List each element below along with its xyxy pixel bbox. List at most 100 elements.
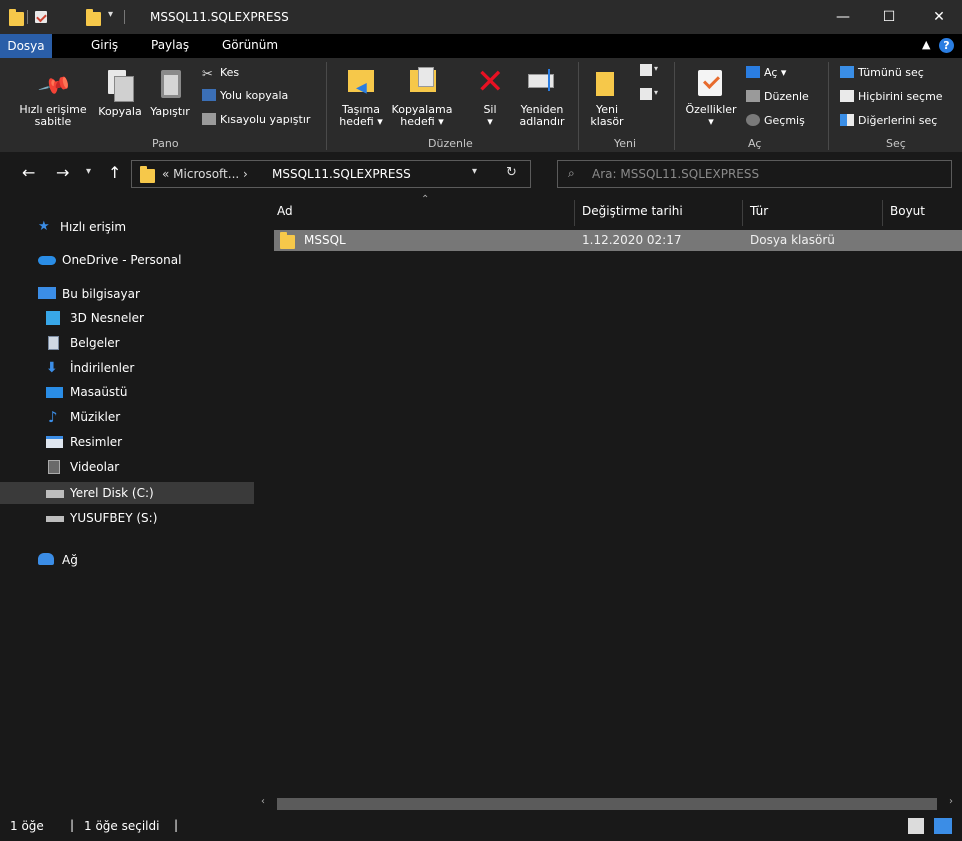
nav-item-videos[interactable]: Videolar <box>0 456 254 478</box>
move-to-button[interactable]: ◀ Taşıma hedefi ▾ <box>334 64 388 132</box>
address-row: ← → ▾ ↑ « Microsoft... › MSSQL11.SQLEXPR… <box>0 152 962 196</box>
rename-button[interactable]: Yeniden adlandır <box>514 64 570 132</box>
column-header-modified[interactable]: Değiştirme tarihi <box>582 204 683 218</box>
breadcrumb-current[interactable]: MSSQL11.SQLEXPRESS <box>272 167 411 181</box>
pin-quick-access-button[interactable]: 📌 Hızlı erişime sabitle <box>8 64 98 132</box>
open-icon <box>746 66 760 78</box>
properties-quick-icon[interactable] <box>35 11 47 23</box>
select-none-button[interactable]: Hiçbirini seçme <box>840 90 943 103</box>
nav-item-network[interactable]: Ağ <box>0 549 254 571</box>
history-icon <box>746 114 760 126</box>
new-folder-button[interactable]: Yeni klasör <box>584 64 630 132</box>
back-arrow-icon[interactable]: ← <box>22 163 35 182</box>
invert-selection-icon <box>840 114 854 126</box>
delete-x-icon: ✕ <box>476 62 505 102</box>
large-icons-view-icon[interactable] <box>934 818 952 834</box>
easy-access-icon[interactable]: ▾ <box>640 88 662 104</box>
paste-shortcut-button[interactable]: Kısayolu yapıştır <box>202 113 310 126</box>
open-button[interactable]: Aç ▾ <box>746 66 786 79</box>
column-header-name[interactable]: Ad <box>277 204 293 218</box>
scroll-left-icon[interactable]: ‹ <box>261 796 265 807</box>
delete-button[interactable]: ✕ Sil ▾ <box>470 62 510 132</box>
nav-item-quick-access[interactable]: ★ Hızlı erişim <box>0 216 254 238</box>
history-button[interactable]: Geçmiş <box>746 114 805 127</box>
tab-giris[interactable]: Giriş <box>91 38 118 52</box>
nav-item-usb-drive[interactable]: YUSUFBEY (S:) <box>0 507 254 529</box>
window-title: MSSQL11.SQLEXPRESS <box>150 10 289 24</box>
recent-locations-icon[interactable]: ▾ <box>86 166 91 177</box>
nav-item-documents[interactable]: Belgeler <box>0 332 254 354</box>
documents-icon <box>48 336 59 350</box>
folder-icon <box>9 9 24 26</box>
select-all-button[interactable]: Tümünü seç <box>840 66 924 79</box>
up-arrow-icon[interactable]: ↑ <box>108 163 121 182</box>
title-bar: ▾ MSSQL11.SQLEXPRESS — ☐ ✕ <box>0 0 962 34</box>
scroll-right-icon[interactable]: › <box>949 796 953 807</box>
forward-arrow-icon[interactable]: → <box>56 163 69 182</box>
rename-icon <box>528 74 554 88</box>
horizontal-scrollbar[interactable]: ‹ › <box>257 796 962 812</box>
column-header-size[interactable]: Boyut <box>890 204 925 218</box>
customize-quick-access-icon[interactable]: ▾ <box>108 9 113 20</box>
paste-shortcut-icon <box>202 113 216 125</box>
music-icon: ♪ <box>48 408 58 426</box>
properties-button[interactable]: Özellikler ▾ <box>680 64 742 132</box>
download-icon: ⬇ <box>46 360 58 376</box>
copy-path-icon <box>202 89 216 101</box>
new-item-icon[interactable]: ▾ <box>640 64 662 80</box>
tab-gorunum[interactable]: Görünüm <box>222 38 278 52</box>
nav-item-desktop[interactable]: Masaüstü <box>0 381 254 403</box>
nav-item-downloads[interactable]: ⬇ İndirilenler <box>0 357 254 379</box>
file-row[interactable]: MSSQL 1.12.2020 02:17 Dosya klasörü <box>274 230 962 251</box>
tab-dosya[interactable]: Dosya <box>0 34 52 58</box>
cube-icon <box>46 311 60 325</box>
cut-button[interactable]: ✂ Kes <box>202 66 239 82</box>
nav-item-onedrive[interactable]: OneDrive - Personal <box>0 249 254 271</box>
group-label-pano: Pano <box>152 137 179 150</box>
star-icon: ★ <box>38 219 50 234</box>
maximize-button[interactable]: ☐ <box>866 0 912 34</box>
scrollbar-thumb[interactable] <box>277 798 937 810</box>
folder-icon <box>140 166 155 183</box>
computer-icon <box>38 287 56 299</box>
tab-paylas[interactable]: Paylaş <box>151 38 189 52</box>
search-placeholder: Ara: MSSQL11.SQLEXPRESS <box>592 167 760 181</box>
edit-button[interactable]: Düzenle <box>746 90 809 103</box>
minimize-button[interactable]: — <box>820 0 866 34</box>
drive-icon <box>46 490 64 498</box>
search-icon: ⌕ <box>568 166 575 180</box>
nav-item-local-disk[interactable]: Yerel Disk (C:) <box>0 482 254 504</box>
nav-item-music[interactable]: ♪ Müzikler <box>0 406 254 428</box>
file-type: Dosya klasörü <box>750 233 835 247</box>
copy-to-button[interactable]: Kopyalama hedefi ▾ <box>388 64 456 132</box>
address-bar[interactable]: « Microsoft... › MSSQL11.SQLEXPRESS ▾ ↻ <box>131 160 531 188</box>
nav-item-pictures[interactable]: Resimler <box>0 431 254 453</box>
nav-item-this-pc[interactable]: Bu bilgisayar <box>0 283 254 305</box>
group-label-duzenle: Düzenle <box>428 137 473 150</box>
address-dropdown-icon[interactable]: ▾ <box>472 166 477 177</box>
collapse-ribbon-icon[interactable]: ▲ <box>922 38 930 51</box>
nav-item-3d-objects[interactable]: 3D Nesneler <box>0 307 254 329</box>
copy-path-button[interactable]: Yolu kopyala <box>202 89 288 102</box>
details-view-icon[interactable] <box>908 818 924 834</box>
paste-button[interactable]: Yapıştır <box>146 64 194 132</box>
copy-button[interactable]: Kopyala <box>94 64 146 132</box>
drive-icon <box>46 516 64 522</box>
sort-chevron-icon: ⌃ <box>421 194 430 205</box>
search-field[interactable]: ⌕ Ara: MSSQL11.SQLEXPRESS <box>557 160 952 188</box>
refresh-icon[interactable]: ↻ <box>506 165 517 180</box>
column-header-type[interactable]: Tür <box>750 204 768 218</box>
new-folder-quick-icon[interactable] <box>86 9 101 26</box>
invert-selection-button[interactable]: Diğerlerini seç <box>840 114 937 127</box>
file-modified: 1.12.2020 02:17 <box>582 233 682 247</box>
group-label-ac: Aç <box>748 137 762 150</box>
select-none-icon <box>840 90 854 102</box>
help-icon[interactable]: ? <box>939 38 954 53</box>
desktop-icon <box>46 387 63 398</box>
video-icon <box>48 460 60 474</box>
edit-icon <box>746 90 760 102</box>
breadcrumb-parent[interactable]: « Microsoft... › <box>162 167 248 181</box>
close-button[interactable]: ✕ <box>916 0 962 34</box>
folder-icon <box>280 232 295 249</box>
navigation-pane: ★ Hızlı erişim OneDrive - Personal Bu bi… <box>0 196 254 808</box>
